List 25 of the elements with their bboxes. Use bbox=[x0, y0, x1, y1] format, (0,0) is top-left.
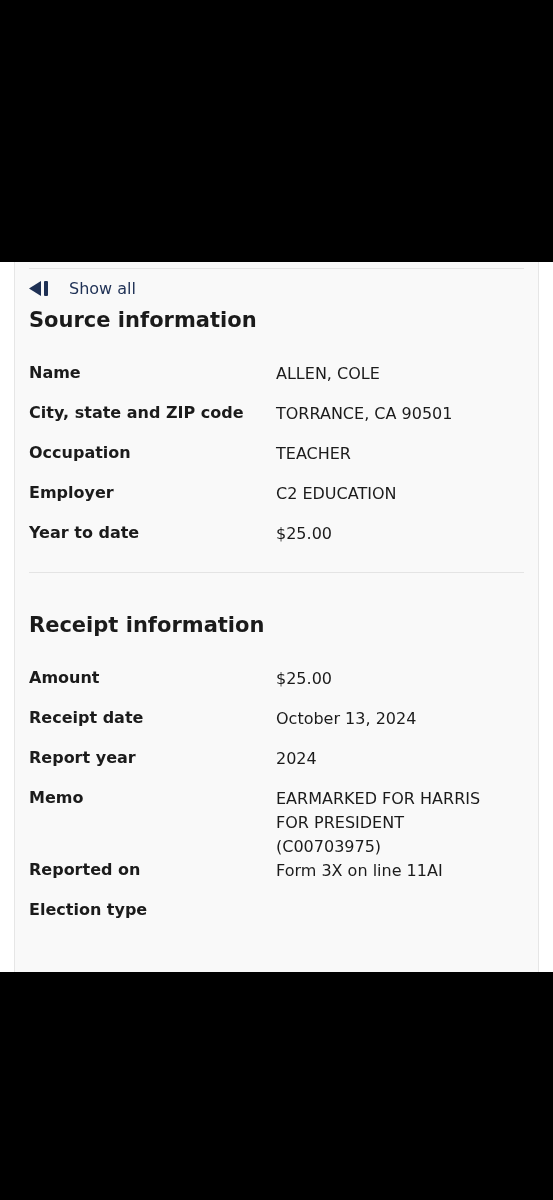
section-title: Source information bbox=[29, 308, 258, 332]
field-label: Receipt date bbox=[29, 707, 145, 729]
field-value: TORRANCE, CA 90501 bbox=[276, 403, 454, 425]
field-value: TEACHER bbox=[276, 443, 352, 465]
field-value: C2 EDUCATION bbox=[276, 483, 398, 505]
field-label: City, state and ZIP code bbox=[29, 402, 245, 424]
field-value: $25.00 bbox=[276, 668, 333, 690]
field-value: $25.00 bbox=[276, 523, 333, 545]
field-label: Name bbox=[29, 362, 82, 384]
field-value: October 13, 2024 bbox=[276, 708, 418, 730]
field-value: 2024 bbox=[276, 748, 318, 770]
field-value: EARMARKED FOR HARRIS FOR PRESIDENT (C00703975) bbox=[276, 788, 482, 858]
section-title: Receipt information bbox=[29, 613, 266, 637]
field-label: Memo bbox=[29, 787, 85, 809]
field-label: Election type bbox=[29, 899, 149, 921]
field-label: Year to date bbox=[29, 522, 141, 544]
field-value: Form 3X on line 11AI bbox=[276, 860, 444, 882]
rewind-icon bbox=[29, 281, 49, 296]
field-label: Reported on bbox=[29, 859, 142, 881]
field-label: Employer bbox=[29, 482, 115, 504]
show-all-link[interactable]: Show all bbox=[29, 279, 136, 298]
field-label: Report year bbox=[29, 747, 137, 769]
field-value: ALLEN, COLE bbox=[276, 363, 381, 385]
field-label: Amount bbox=[29, 667, 101, 689]
field-label: Occupation bbox=[29, 442, 132, 464]
